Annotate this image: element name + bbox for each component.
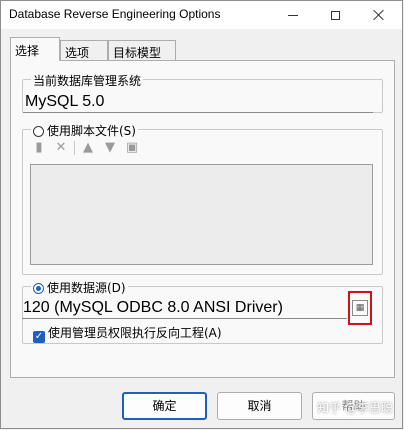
admin-checkbox-label: 使用管理员权限执行反向工程(A) xyxy=(48,326,222,340)
minimize-icon xyxy=(288,14,298,16)
script-icon: ▣ xyxy=(125,140,139,155)
maximize-button[interactable] xyxy=(313,1,357,29)
data-source-browse-button[interactable]: ▦ xyxy=(348,291,372,325)
admin-checkbox-row[interactable]: ✓ 使用管理员权限执行反向工程(A) xyxy=(33,324,222,343)
database-connect-icon: ▦ xyxy=(352,300,368,316)
script-files-option[interactable]: 使用脚本文件(S) xyxy=(31,122,138,139)
cancel-button[interactable]: 取消 xyxy=(217,392,302,420)
data-source-option[interactable]: 使用数据源(D) xyxy=(31,279,128,296)
dbms-field: MySQL 5.0 xyxy=(23,93,373,113)
close-button[interactable] xyxy=(357,1,401,29)
maximize-icon xyxy=(330,10,340,20)
window-title: Database Reverse Engineering Options xyxy=(9,7,221,21)
script-files-label: 使用脚本文件(S) xyxy=(47,124,136,138)
tab-selection[interactable]: 选择 xyxy=(10,37,60,61)
dbms-label: 当前数据库管理系统 xyxy=(31,72,144,89)
script-files-list xyxy=(30,164,373,265)
tab-target-model[interactable]: 目标模型 xyxy=(108,40,176,60)
admin-checkbox[interactable]: ✓ xyxy=(33,331,45,343)
toolbar-separator xyxy=(74,141,75,155)
tab-options[interactable]: 选项 xyxy=(60,40,108,60)
delete-icon: ✕ xyxy=(55,140,67,155)
data-source-label: 使用数据源(D) xyxy=(47,281,126,295)
move-down-icon: ▼ xyxy=(105,140,115,155)
ok-button[interactable]: 确定 xyxy=(122,392,207,420)
data-source-field[interactable]: 120 (MySQL ODBC 8.0 ANSI Driver) xyxy=(22,299,347,319)
close-icon xyxy=(373,9,385,21)
minimize-button[interactable] xyxy=(271,1,315,29)
watermark: 知乎 @李思聪 xyxy=(317,401,393,415)
tab-panel: 当前数据库管理系统 MySQL 5.0 使用脚本文件(S) ▮ ✕ ▲ ▼ ▣ … xyxy=(10,60,395,378)
title-bar: Database Reverse Engineering Options xyxy=(1,1,402,29)
dialog-window: Database Reverse Engineering Options 选择 … xyxy=(0,0,403,429)
data-source-radio[interactable] xyxy=(33,283,44,294)
move-up-icon: ▲ xyxy=(83,140,93,155)
script-files-radio[interactable] xyxy=(33,126,44,137)
add-file-icon: ▮ xyxy=(35,140,43,155)
